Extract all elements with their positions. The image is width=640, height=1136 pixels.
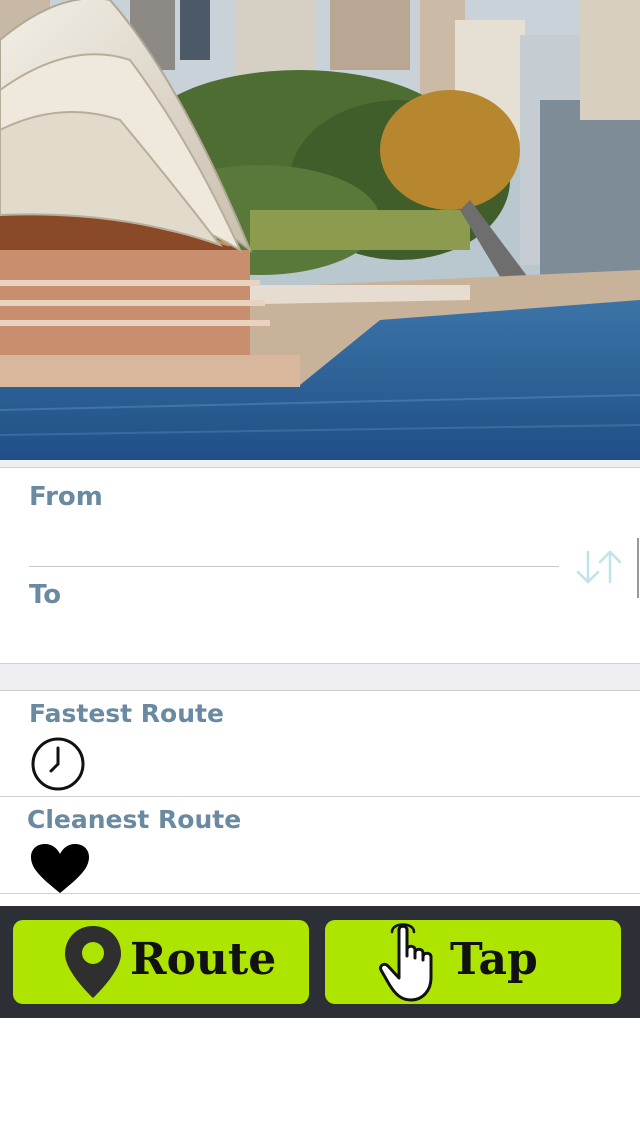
fastest-route-option[interactable]: Fastest Route [0,691,640,797]
cleanest-route-label: Cleanest Route [27,805,242,834]
tap-button-label: Tap [450,934,538,985]
clock-icon [31,737,85,791]
route-button-label: Route [130,934,277,985]
fastest-route-label: Fastest Route [29,699,224,728]
map-pin-icon [65,926,121,998]
swap-arrows-icon [576,550,622,584]
opera-house-image [0,0,640,460]
to-label: To [29,580,62,610]
cleanest-route-option[interactable]: Cleanest Route [0,797,640,894]
from-input[interactable] [29,524,559,564]
to-input[interactable] [29,618,559,658]
swap-button[interactable] [574,546,626,588]
pointing-hand-icon [379,923,433,1002]
edge-marker [637,538,639,598]
field-separator [29,566,559,567]
route-button[interactable]: Route [13,920,309,1004]
tap-button[interactable]: Tap [325,920,621,1004]
route-options: Fastest Route Cleanest Route [0,691,640,894]
app-screen: From To Fastest Route Cleanest Route Rou… [0,0,640,1136]
from-label: From [29,482,103,512]
hero-photo [0,0,640,460]
section-divider [0,460,640,468]
route-form: From To [0,468,640,664]
bottom-toolbar: Route Tap [0,906,640,1018]
section-gap [0,663,640,691]
heart-icon [31,844,89,893]
